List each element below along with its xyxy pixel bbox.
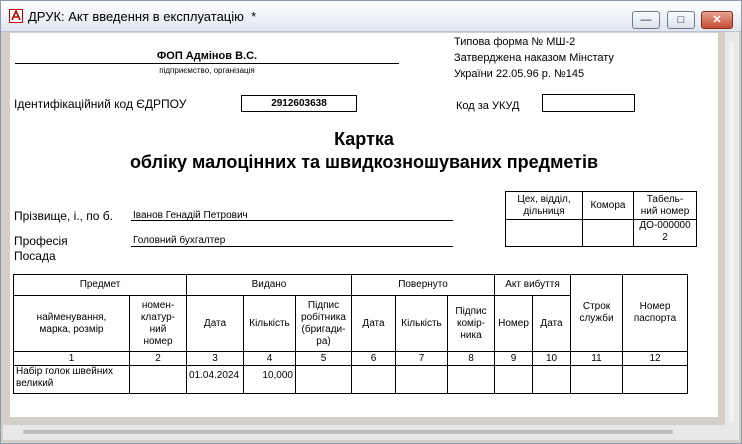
maximize-button[interactable]: □ (667, 11, 695, 29)
org-name: ФОП Адмінов В.С. (156, 50, 258, 62)
horizontal-scroll-thumb[interactable] (23, 430, 673, 434)
form-type-line1: Типова форма № МШ-2 (454, 36, 576, 48)
col-number: 12 (622, 351, 688, 366)
surname-label: Прізвище, і., по б. (14, 209, 114, 223)
profession-underline (131, 246, 453, 247)
edrpou-label: Ідентифікаційний код ЄДРПОУ (14, 97, 187, 111)
issued-group-header: Видано (186, 274, 352, 296)
col-number: 4 (243, 351, 296, 366)
document-viewport: ФОП Адмінов В.С. підприємство, організац… (3, 32, 739, 440)
profession-label: Професія (14, 234, 68, 248)
returned-qty-header: Кількість (395, 295, 448, 352)
col-number: 2 (129, 351, 187, 366)
tab-number-value: ДО-000000 2 (633, 219, 697, 247)
col-number: 11 (570, 351, 623, 366)
item-name-cell: Набір голок швейних великий (13, 365, 130, 394)
form-type-line2: Затверджена наказом Мінстату (454, 52, 614, 64)
empty-cell (622, 365, 688, 394)
issued-qty-header: Кількість (243, 295, 296, 352)
org-underline (15, 63, 399, 64)
empty-cell (295, 365, 352, 394)
form-type-line3: України 22.05.96 р. №145 (454, 68, 585, 80)
item-qty-cell: 10,000 (243, 365, 296, 394)
dept-header: Цех, відділ, дільниця (505, 191, 583, 220)
document-page: ФОП Адмінов В.С. підприємство, організац… (10, 33, 718, 417)
name-col-header: найменування, марка, розмір (13, 295, 130, 352)
items-table: Предмет Видано Повернуто Акт вибуття Стр… (13, 274, 688, 394)
document-subtitle: обліку малоцінних та швидкозношуваних пр… (129, 152, 599, 172)
position-label: Посада (14, 249, 56, 263)
empty-cell (570, 365, 623, 394)
surname-underline (131, 220, 453, 221)
worker-sign-header: Підпис робітника (бригади-ра) (295, 295, 352, 352)
col-number: 1 (13, 351, 130, 366)
minimize-button[interactable]: — (632, 11, 660, 29)
print-preview-window: ДРУК: Акт введення в експлуатацію * — □ … (0, 0, 742, 444)
service-term-header: Строк служби (570, 274, 623, 352)
vertical-scrollbar[interactable] (725, 32, 739, 440)
ukud-label: Код за УКУД (456, 100, 520, 112)
tab-number-header: Табель-ний номер (633, 191, 697, 220)
writeoff-group-header: Акт вибуття (494, 274, 571, 296)
col-number: 6 (351, 351, 396, 366)
issued-date-header: Дата (186, 295, 244, 352)
window-title: ДРУК: Акт введення в експлуатацію * (28, 9, 257, 24)
col-number: 8 (447, 351, 495, 366)
vertical-scroll-thumb[interactable] (729, 42, 734, 422)
store-value (582, 219, 634, 247)
horizontal-scrollbar[interactable] (3, 425, 725, 440)
empty-cell (532, 365, 571, 394)
minimize-icon: — (640, 14, 652, 26)
storekeeper-sign-header: Підпис комір-ника (447, 295, 495, 352)
close-icon: ✕ (712, 14, 722, 26)
act-number-header: Номер (494, 295, 533, 352)
edrpou-field: 2912603638 (241, 95, 357, 112)
item-nomen-cell (129, 365, 187, 394)
maximize-icon: □ (677, 14, 685, 26)
department-table: Цех, відділ, дільниця Комора Табель-ний н… (505, 191, 697, 247)
col-number: 7 (395, 351, 448, 366)
passport-number-header: Номер паспорта (622, 274, 688, 352)
returned-group-header: Повернуто (351, 274, 495, 296)
ukud-field (542, 94, 635, 112)
title-bar: ДРУК: Акт введення в експлуатацію * — □ … (1, 1, 741, 32)
col-number: 10 (532, 351, 571, 366)
col-number: 5 (295, 351, 352, 366)
item-date-cell: 01.04.2024 (186, 365, 244, 394)
empty-cell (351, 365, 396, 394)
profession-value: Головний бухгалтер (133, 235, 226, 246)
col-number: 3 (186, 351, 244, 366)
empty-cell (395, 365, 448, 394)
table-row: Набір голок швейних великий 01.04.2024 10… (13, 365, 688, 394)
acrobat-app-icon (9, 9, 23, 23)
store-header: Комора (582, 191, 634, 220)
dept-value (505, 219, 583, 247)
col-number: 9 (494, 351, 533, 366)
empty-cell (494, 365, 533, 394)
nomen-col-header: номен-клатур-ний номер (129, 295, 187, 352)
act-date-header: Дата (532, 295, 571, 352)
subject-group-header: Предмет (13, 274, 187, 296)
returned-date-header: Дата (351, 295, 396, 352)
document-title: Картка (334, 129, 394, 149)
org-caption: підприємство, організація (159, 66, 255, 75)
empty-cell (447, 365, 495, 394)
close-button[interactable]: ✕ (701, 11, 733, 29)
